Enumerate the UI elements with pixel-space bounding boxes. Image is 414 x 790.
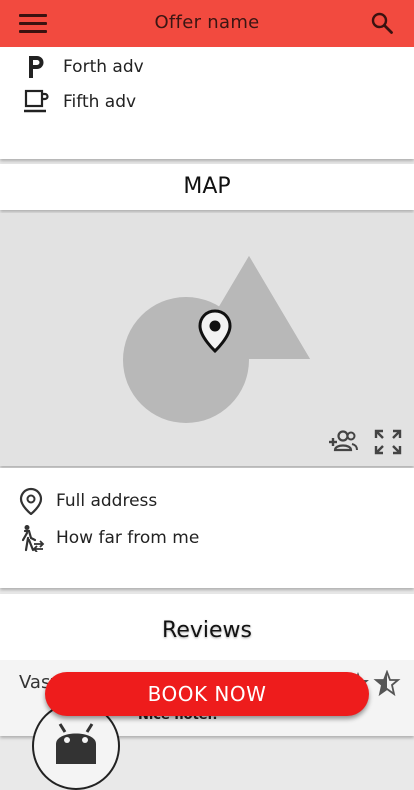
android-avatar-icon [56, 723, 96, 764]
book-now-button[interactable]: BOOK NOW [45, 672, 369, 716]
address-row[interactable]: Full address [0, 485, 400, 515]
add-people-icon[interactable] [328, 428, 358, 456]
address-card: Full address How far from me [0, 468, 414, 588]
advantage-label: Forth adv [63, 57, 144, 77]
page-title: Offer name [154, 12, 260, 33]
advantages-card: Forth adv Fifth adv [0, 47, 414, 159]
map-title: MAP [183, 174, 231, 199]
advantage-label: Fifth adv [63, 92, 137, 112]
parking-icon [29, 56, 44, 78]
map-pin-icon[interactable] [196, 308, 234, 354]
advantage-item: Forth adv [0, 51, 400, 81]
app-bar: Offer name [0, 0, 414, 47]
map-view[interactable] [0, 213, 414, 466]
advantage-item: Fifth adv [0, 86, 400, 116]
map-header: MAP [0, 164, 414, 210]
reviews-title: Reviews [162, 618, 252, 643]
distance-row[interactable]: How far from me [0, 522, 400, 552]
coffee-icon [24, 89, 49, 113]
walking-distance-icon [21, 525, 45, 552]
full-address: Full address [56, 491, 158, 511]
location-icon [19, 487, 43, 515]
search-icon[interactable] [370, 11, 394, 35]
fullscreen-icon[interactable] [373, 428, 403, 456]
distance-label: How far from me [56, 528, 200, 548]
